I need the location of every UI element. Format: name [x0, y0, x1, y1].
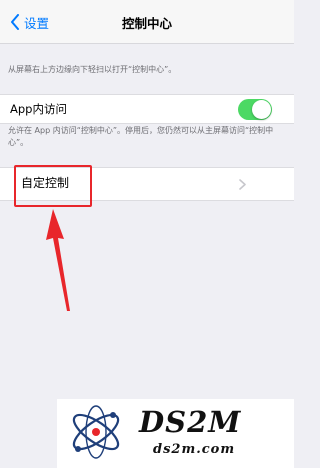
navigation-bar: 设置 控制中心 — [0, 0, 294, 44]
arrow-up-icon — [46, 209, 70, 311]
atom-logo-icon — [72, 405, 120, 459]
chevron-right-icon — [239, 179, 246, 190]
app-access-toggle[interactable] — [238, 99, 272, 120]
app-access-row: App内访问 — [0, 94, 294, 124]
control-center-settings-screen: 设置 控制中心 从屏幕右上方边缘向下轻扫以打开“控制中心”。 App内访问 允许… — [0, 0, 294, 468]
app-access-description: 允许在 App 内访问“控制中心”。停用后，您仍然可以从主屏幕访问“控制中心”。 — [8, 126, 274, 147]
watermark: DS2M ds2m.com — [57, 399, 294, 468]
toggle-knob — [252, 100, 271, 119]
swipe-hint-text: 从屏幕右上方边缘向下轻扫以打开“控制中心”。 — [8, 65, 177, 74]
page-title: 控制中心 — [121, 16, 172, 31]
watermark-brand: DS2M — [139, 405, 242, 439]
watermark-url: ds2m.com — [153, 442, 236, 457]
app-access-label: App内访问 — [10, 102, 67, 116]
annotation-highlight-box — [14, 165, 92, 207]
